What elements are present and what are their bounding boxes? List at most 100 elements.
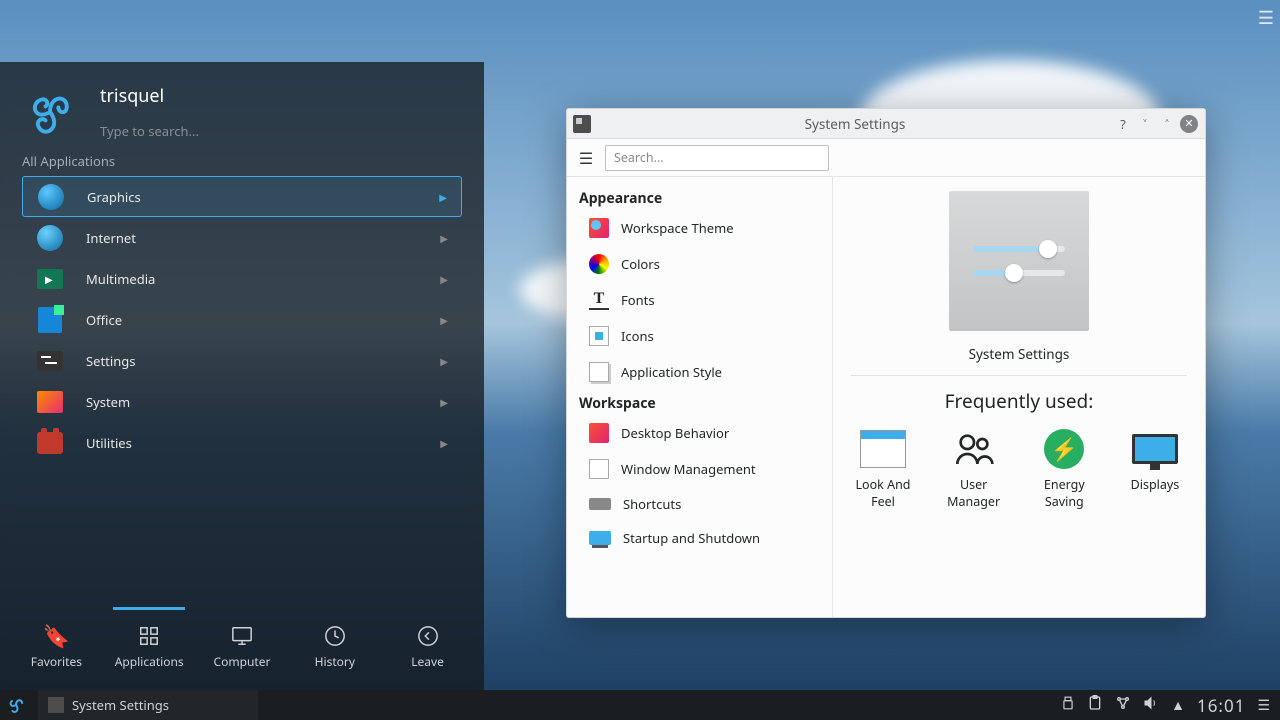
sidebar-item-label: Application Style	[621, 363, 722, 381]
network-icon[interactable]	[1115, 695, 1131, 716]
back-icon	[384, 619, 472, 653]
look-and-feel-icon	[860, 428, 906, 470]
chevron-right-icon: ▶	[440, 231, 448, 245]
tab-history[interactable]: History	[291, 619, 379, 670]
sidebar-item-label: Shortcuts	[623, 495, 681, 513]
help-button[interactable]: ?	[1113, 114, 1133, 134]
launcher-tabs: 🔖 Favorites Applications Computer Histor…	[0, 605, 484, 690]
taskbar-entry-system-settings[interactable]: System Settings	[38, 690, 258, 720]
tab-favorites[interactable]: 🔖 Favorites	[12, 619, 100, 670]
chevron-right-icon: ▶	[440, 354, 448, 368]
category-multimedia[interactable]: Multimedia ▶	[22, 258, 462, 299]
maximize-button[interactable]: ˄	[1157, 114, 1177, 134]
system-icon	[36, 388, 64, 416]
taskbar-clock[interactable]: 16:01	[1197, 694, 1245, 717]
freq-item-label: Energy Saving	[1034, 476, 1094, 510]
start-menu-button[interactable]	[6, 695, 26, 715]
tab-label: Favorites	[12, 653, 100, 670]
monitor-icon	[198, 619, 286, 653]
tray-expand-icon[interactable]: ▲	[1171, 696, 1185, 715]
tab-applications[interactable]: Applications	[105, 619, 193, 670]
freq-item-label: User Manager	[944, 476, 1004, 510]
trisquel-logo-icon	[22, 84, 78, 140]
tab-leave[interactable]: Leave	[384, 619, 472, 670]
sidebar-item-workspace-theme[interactable]: Workspace Theme	[567, 210, 832, 246]
settings-sidebar[interactable]: Appearance Workspace Theme Colors Fonts …	[567, 177, 833, 617]
freq-item-label: Displays	[1131, 476, 1180, 493]
category-system[interactable]: System ▶	[22, 381, 462, 422]
sidebar-item-label: Startup and Shutdown	[623, 529, 760, 547]
sidebar-item-fonts[interactable]: Fonts	[567, 282, 832, 318]
category-graphics[interactable]: Graphics ▶	[22, 176, 462, 217]
tab-computer[interactable]: Computer	[198, 619, 286, 670]
desktop-menu-icon[interactable]: ☰	[1258, 6, 1274, 30]
multimedia-icon	[36, 265, 64, 293]
taskbar: System Settings ▲ 16:01 ☰	[0, 690, 1280, 720]
sidebar-group-appearance: Appearance	[567, 185, 832, 210]
sidebar-item-window-management[interactable]: Window Management	[567, 451, 832, 487]
desktop-behavior-icon	[589, 423, 609, 443]
close-button[interactable]: ✕	[1179, 114, 1199, 134]
grid-icon	[105, 619, 193, 653]
colors-icon	[589, 254, 609, 274]
chevron-right-icon: ▶	[439, 190, 447, 204]
frequently-used-grid: Look And Feel User Manager ⚡ Energy Savi…	[851, 428, 1187, 510]
system-settings-taskbar-icon	[48, 697, 64, 713]
clock-icon	[291, 619, 379, 653]
category-label: Settings	[86, 352, 135, 370]
chevron-right-icon: ▶	[440, 436, 448, 450]
freq-item-displays[interactable]: Displays	[1125, 428, 1185, 510]
launcher-search-input[interactable]	[100, 122, 400, 140]
system-tray: ▲ 16:01 ☰	[1061, 694, 1280, 717]
launcher-title: trisquel	[100, 84, 400, 108]
clipboard-icon[interactable]	[1087, 695, 1103, 716]
window-titlebar[interactable]: System Settings ? ˅ ˄ ✕	[567, 109, 1205, 139]
freq-item-label: Look And Feel	[853, 476, 913, 510]
window-toolbar: ☰	[567, 139, 1205, 177]
sidebar-item-colors[interactable]: Colors	[567, 246, 832, 282]
chevron-right-icon: ▶	[440, 395, 448, 409]
volume-icon[interactable]	[1143, 695, 1159, 716]
panel-menu-icon[interactable]: ☰	[1257, 696, 1270, 715]
sidebar-item-label: Desktop Behavior	[621, 424, 729, 442]
sidebar-toggle-button[interactable]: ☰	[573, 145, 599, 171]
tab-label: History	[291, 653, 379, 670]
sidebar-item-desktop-behavior[interactable]: Desktop Behavior	[567, 415, 832, 451]
tab-label: Applications	[105, 653, 193, 670]
freq-item-energy-saving[interactable]: ⚡ Energy Saving	[1034, 428, 1094, 510]
sidebar-item-label: Fonts	[621, 291, 655, 309]
category-utilities[interactable]: Utilities ▶	[22, 422, 462, 463]
freq-item-look-and-feel[interactable]: Look And Feel	[853, 428, 913, 510]
fonts-icon	[589, 290, 609, 310]
freq-item-user-manager[interactable]: User Manager	[944, 428, 1004, 510]
taskbar-entry-label: System Settings	[72, 696, 169, 714]
sidebar-item-shortcuts[interactable]: Shortcuts	[567, 487, 832, 521]
settings-hero-label: System Settings	[969, 345, 1070, 363]
sidebar-item-startup-shutdown[interactable]: Startup and Shutdown	[567, 521, 832, 555]
settings-main-pane: System Settings Frequently used: Look An…	[833, 177, 1205, 617]
launcher-section-label: All Applications	[0, 144, 484, 176]
sidebar-item-label: Window Management	[621, 460, 756, 478]
category-internet[interactable]: Internet ▶	[22, 217, 462, 258]
internet-icon	[36, 224, 64, 252]
usb-icon[interactable]	[1061, 695, 1075, 716]
settings-search-input[interactable]	[605, 145, 829, 171]
minimize-button[interactable]: ˅	[1135, 114, 1155, 134]
energy-icon: ⚡	[1044, 428, 1084, 470]
window-management-icon	[589, 459, 609, 479]
application-style-icon	[589, 362, 609, 382]
category-label: Multimedia	[86, 270, 155, 288]
settings-icon	[36, 347, 64, 375]
bookmark-icon: 🔖	[12, 619, 100, 653]
close-icon: ✕	[1180, 115, 1198, 133]
chevron-right-icon: ▶	[440, 272, 448, 286]
category-office[interactable]: Office ▶	[22, 299, 462, 340]
utilities-icon	[36, 429, 64, 457]
divider	[851, 375, 1187, 376]
globe-icon	[37, 183, 65, 211]
sidebar-item-application-style[interactable]: Application Style	[567, 354, 832, 390]
frequently-used-heading: Frequently used:	[851, 388, 1187, 414]
system-settings-window: System Settings ? ˅ ˄ ✕ ☰ Appearance Wor…	[566, 108, 1206, 618]
category-settings[interactable]: Settings ▶	[22, 340, 462, 381]
sidebar-item-icons[interactable]: Icons	[567, 318, 832, 354]
